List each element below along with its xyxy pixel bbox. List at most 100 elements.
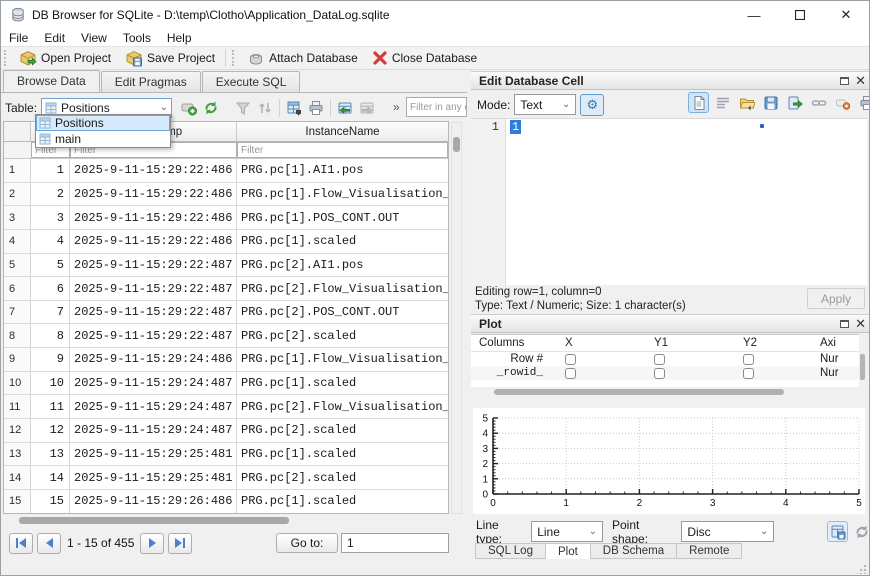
import-cell-button[interactable] — [737, 93, 756, 112]
timestamp-cell[interactable]: 2025-9-11-15:29:22:487 — [70, 277, 237, 300]
table-row[interactable]: 442025-9-11-15:29:22:486PRG.pc[1].scaled — [4, 230, 448, 254]
save-project-button[interactable]: Save Project — [118, 47, 222, 69]
mode-selector[interactable]: Text ⌄ — [514, 94, 576, 115]
float-panel-icon[interactable] — [840, 77, 849, 85]
last-page-button[interactable] — [168, 533, 192, 554]
first-page-button[interactable] — [9, 533, 33, 554]
toolbar-drag-handle-2[interactable] — [232, 50, 236, 66]
save-results-button[interactable] — [283, 97, 305, 119]
id-cell[interactable]: 13 — [31, 443, 70, 466]
instancename-column-header[interactable]: InstanceName — [237, 122, 448, 141]
refresh-button[interactable] — [200, 97, 222, 119]
close-button[interactable]: ✕ — [823, 1, 869, 29]
close-database-button[interactable]: Close Database — [365, 47, 484, 69]
row-number-cell[interactable]: 14 — [4, 466, 31, 489]
popup-item-positions[interactable]: Positions — [36, 115, 170, 131]
timestamp-cell[interactable]: 2025-9-11-15:29:22:486 — [70, 159, 237, 182]
close-panel-icon[interactable]: ✕ — [855, 319, 866, 329]
tab-edit-pragmas[interactable]: Edit Pragmas — [101, 71, 201, 92]
table-row[interactable]: 13132025-9-11-15:29:25:481PRG.pc[1].scal… — [4, 443, 448, 467]
id-cell[interactable]: 12 — [31, 419, 70, 442]
id-cell[interactable]: 8 — [31, 324, 70, 347]
instancename-cell[interactable]: PRG.pc[2].AI1.pos — [237, 254, 448, 277]
import-table-button[interactable] — [334, 97, 356, 119]
instancename-cell[interactable]: PRG.pc[2].scaled — [237, 419, 448, 442]
instancename-cell[interactable]: PRG.pc[1].POS_CONT.OUT — [237, 206, 448, 229]
row-number-cell[interactable]: 5 — [4, 254, 31, 277]
grid-vscroll-thumb[interactable] — [453, 137, 460, 152]
timestamp-cell[interactable]: 2025-9-11-15:29:24:487 — [70, 395, 237, 418]
instancename-cell[interactable]: PRG.pc[1].Flow_Visualisation_ — [237, 348, 448, 371]
timestamp-cell[interactable]: 2025-9-11-15:29:22:487 — [70, 254, 237, 277]
id-cell[interactable]: 1 — [31, 159, 70, 182]
instancename-filter-input[interactable]: Filter — [237, 142, 448, 158]
insert-record-button[interactable] — [178, 97, 200, 119]
instancename-cell[interactable]: PRG.pc[1].AI1.pos — [237, 159, 448, 182]
attach-database-button[interactable]: Attach Database — [240, 47, 365, 69]
table-row[interactable]: 12122025-9-11-15:29:24:487PRG.pc[2].scal… — [4, 419, 448, 443]
id-cell[interactable]: 3 — [31, 206, 70, 229]
table-row[interactable]: 14142025-9-11-15:29:25:481PRG.pc[2].scal… — [4, 466, 448, 490]
instancename-cell[interactable]: PRG.pc[1].scaled — [237, 490, 448, 513]
print-button[interactable] — [305, 97, 327, 119]
table-row[interactable]: 222025-9-11-15:29:22:486PRG.pc[1].Flow_V… — [4, 183, 448, 207]
grid-horizontal-scrollbar[interactable] — [3, 515, 449, 526]
menu-file[interactable]: File — [1, 29, 36, 46]
table-row[interactable]: 772025-9-11-15:29:22:487PRG.pc[2].POS_CO… — [4, 301, 448, 325]
table-row[interactable]: 332025-9-11-15:29:22:486PRG.pc[1].POS_CO… — [4, 206, 448, 230]
close-panel-icon[interactable]: ✕ — [855, 76, 866, 86]
tab-sql-log[interactable]: SQL Log — [475, 543, 546, 559]
timestamp-cell[interactable]: 2025-9-11-15:29:24:487 — [70, 372, 237, 395]
plot-table-hscrollbar[interactable] — [471, 388, 867, 396]
minimize-button[interactable]: — — [731, 1, 777, 29]
float-panel-icon[interactable] — [840, 320, 849, 328]
instancename-cell[interactable]: PRG.pc[1].scaled — [237, 372, 448, 395]
filter-any-column-input[interactable]: Filter in any c... — [406, 97, 467, 117]
sort-button[interactable] — [254, 97, 276, 119]
table-row[interactable]: 552025-9-11-15:29:22:487PRG.pc[2].AI1.po… — [4, 254, 448, 278]
instancename-cell[interactable]: PRG.pc[1].scaled — [237, 443, 448, 466]
export-cell-button[interactable] — [761, 93, 780, 112]
apply-button[interactable]: Apply — [807, 288, 865, 309]
plot-chart[interactable]: 012345012345 — [471, 396, 867, 520]
goto-button[interactable]: Go to: — [276, 533, 338, 553]
instancename-cell[interactable]: PRG.pc[2].scaled — [237, 324, 448, 347]
row-number-cell[interactable]: 6 — [4, 277, 31, 300]
id-cell[interactable]: 9 — [31, 348, 70, 371]
id-cell[interactable]: 4 — [31, 230, 70, 253]
editor-content[interactable]: 1 — [506, 119, 867, 285]
row-number-cell[interactable]: 15 — [4, 490, 31, 513]
next-page-button[interactable] — [140, 533, 164, 554]
row-number-cell[interactable]: 2 — [4, 183, 31, 206]
y2-checkbox[interactable] — [743, 354, 754, 365]
plot-table-vscrollbar[interactable] — [859, 334, 867, 387]
table-row[interactable]: 10102025-9-11-15:29:24:487PRG.pc[1].scal… — [4, 372, 448, 396]
tab-execute-sql[interactable]: Execute SQL — [202, 71, 301, 92]
row-number-cell[interactable]: 4 — [4, 230, 31, 253]
timestamp-cell[interactable]: 2025-9-11-15:29:25:481 — [70, 466, 237, 489]
toolbar-drag-handle[interactable] — [4, 50, 8, 66]
id-cell[interactable]: 10 — [31, 372, 70, 395]
table-row[interactable]: 662025-9-11-15:29:22:487PRG.pc[2].Flow_V… — [4, 277, 448, 301]
cell-editor[interactable]: 1 1 — [471, 118, 867, 285]
y2-checkbox[interactable] — [743, 368, 754, 379]
word-wrap-button[interactable] — [713, 93, 732, 112]
table-row[interactable]: 992025-9-11-15:29:24:486PRG.pc[1].Flow_V… — [4, 348, 448, 372]
timestamp-cell[interactable]: 2025-9-11-15:29:22:486 — [70, 183, 237, 206]
row-number-cell[interactable]: 7 — [4, 301, 31, 324]
id-cell[interactable]: 11 — [31, 395, 70, 418]
table-row[interactable]: 882025-9-11-15:29:22:487PRG.pc[2].scaled — [4, 324, 448, 348]
id-cell[interactable]: 2 — [31, 183, 70, 206]
popup-item-main[interactable]: main — [36, 131, 170, 147]
timestamp-cell[interactable]: 2025-9-11-15:29:22:487 — [70, 301, 237, 324]
grid-hscroll-thumb[interactable] — [19, 517, 289, 524]
timestamp-cell[interactable]: 2025-9-11-15:29:22:487 — [70, 324, 237, 347]
save-plot-button[interactable] — [828, 522, 846, 541]
table-row[interactable]: 112025-9-11-15:29:22:486PRG.pc[1].AI1.po… — [4, 159, 448, 183]
row-number-cell[interactable]: 13 — [4, 443, 31, 466]
instancename-cell[interactable]: PRG.pc[2].scaled — [237, 466, 448, 489]
tab-plot[interactable]: Plot — [546, 543, 591, 560]
row-number-cell[interactable]: 3 — [4, 206, 31, 229]
resize-grip[interactable] — [857, 565, 866, 574]
row-number-cell[interactable]: 1 — [4, 159, 31, 182]
